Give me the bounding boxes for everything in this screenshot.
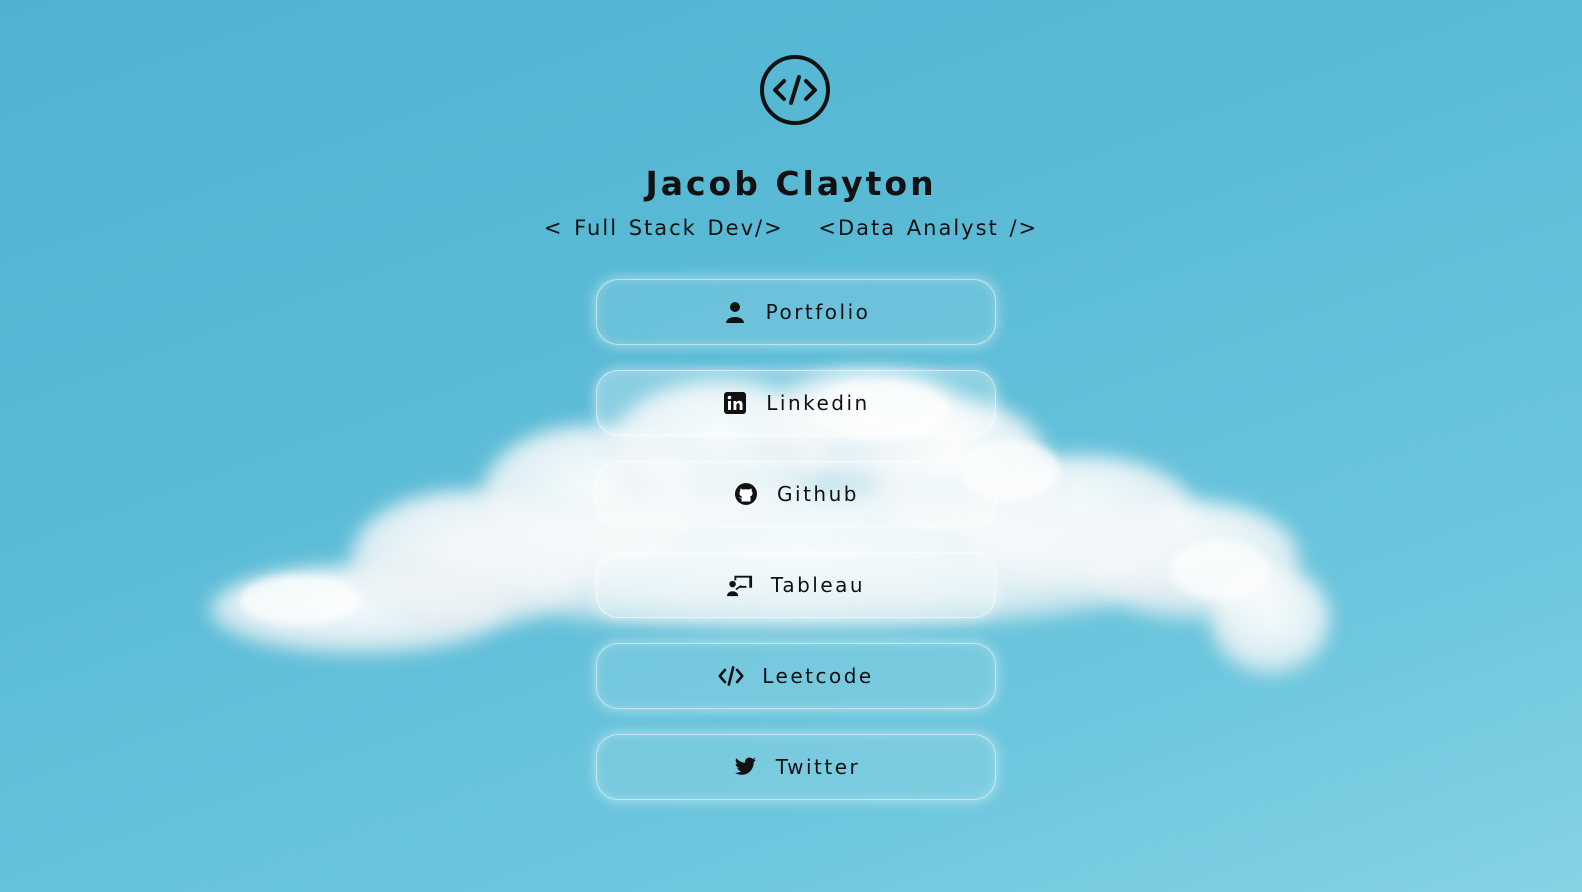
leetcode-link[interactable]: Leetcode bbox=[596, 643, 996, 709]
leetcode-label: Leetcode bbox=[762, 664, 874, 688]
linkedin-link[interactable]: Linkedin bbox=[596, 370, 996, 436]
user-icon bbox=[722, 299, 748, 325]
github-icon bbox=[733, 481, 759, 507]
tableau-label: Tableau bbox=[770, 573, 866, 597]
portfolio-link[interactable]: Portfolio bbox=[596, 279, 996, 345]
link-list: Portfolio Linkedin Github Tableau Leetco bbox=[596, 279, 996, 825]
profile-roles: < Full Stack Dev/> <Data Analyst /> bbox=[0, 216, 1582, 240]
presentation-icon bbox=[726, 572, 753, 598]
role-data-analyst: <Data Analyst /> bbox=[818, 216, 1039, 240]
role-full-stack: < Full Stack Dev/> bbox=[543, 216, 784, 240]
profile-name: Jacob Clayton bbox=[645, 164, 937, 203]
github-link[interactable]: Github bbox=[596, 461, 996, 527]
linkedin-label: Linkedin bbox=[766, 391, 870, 415]
portfolio-label: Portfolio bbox=[765, 300, 871, 324]
link-page: Jacob Clayton < Full Stack Dev/> <Data A… bbox=[0, 0, 1582, 892]
github-label: Github bbox=[777, 482, 859, 506]
code-icon bbox=[718, 663, 744, 689]
linkedin-icon bbox=[722, 390, 748, 416]
code-circle-icon bbox=[760, 55, 830, 125]
tableau-link[interactable]: Tableau bbox=[596, 552, 996, 618]
twitter-link[interactable]: Twitter bbox=[596, 734, 996, 800]
twitter-label: Twitter bbox=[775, 755, 861, 779]
twitter-icon bbox=[732, 754, 758, 780]
